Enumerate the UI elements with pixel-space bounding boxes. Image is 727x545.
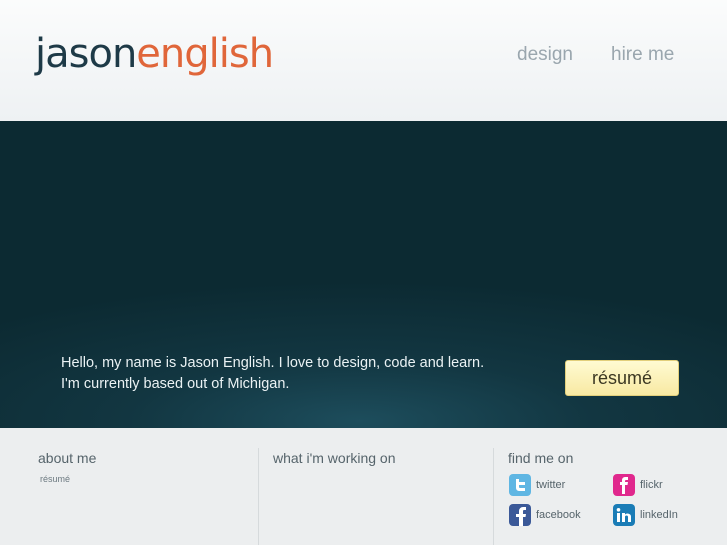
intro-line-2: I'm currently based out of Michigan. — [61, 376, 290, 392]
logo-last-name: english — [136, 31, 274, 77]
flickr-icon — [613, 474, 635, 496]
column-divider — [258, 448, 259, 545]
flickr-label: flickr — [640, 479, 663, 491]
nav-hire-me-link[interactable]: hire me — [611, 44, 674, 66]
working-on-heading: what i'm working on — [273, 450, 396, 466]
resume-link[interactable]: résumé — [40, 474, 70, 484]
linkedin-icon — [613, 504, 635, 526]
twitter-icon — [509, 474, 531, 496]
twitter-label: twitter — [536, 479, 566, 491]
facebook-label: facebook — [536, 509, 581, 521]
logo-first-name: jason — [35, 31, 137, 77]
intro-line-1: Hello, my name is Jason English. I love … — [61, 355, 485, 371]
column-divider — [493, 448, 494, 545]
linkedin-link[interactable]: linkedIn — [613, 504, 678, 526]
about-me-heading: about me — [38, 450, 97, 466]
site-logo[interactable]: jasonenglish — [35, 30, 274, 78]
resume-button[interactable]: résumé — [565, 360, 679, 396]
flickr-link[interactable]: flickr — [613, 474, 663, 496]
linkedin-label: linkedIn — [640, 509, 678, 521]
nav-design-link[interactable]: design — [517, 44, 573, 66]
find-me-heading: find me on — [508, 450, 574, 466]
facebook-link[interactable]: facebook — [509, 504, 581, 526]
hero-banner: Hello, my name is Jason English. I love … — [0, 121, 727, 428]
intro-text: Hello, my name is Jason English. I love … — [61, 353, 484, 395]
facebook-icon — [509, 504, 531, 526]
twitter-link[interactable]: twitter — [509, 474, 565, 496]
header: jasonenglish design hire me — [0, 0, 727, 121]
